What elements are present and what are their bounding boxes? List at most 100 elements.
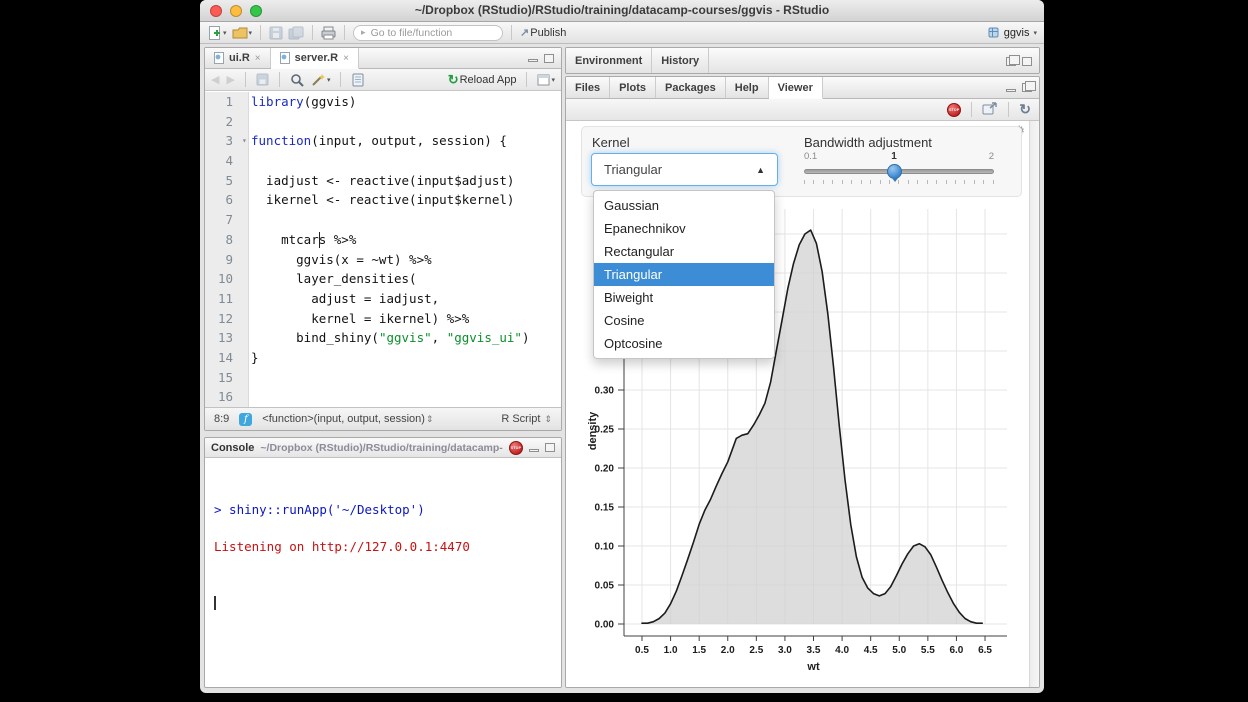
tab-viewer[interactable]: Viewer — [769, 77, 823, 99]
svg-text:5.0: 5.0 — [892, 645, 906, 656]
svg-text:wt: wt — [806, 661, 820, 673]
svg-text:3.5: 3.5 — [807, 645, 821, 656]
svg-text:3.0: 3.0 — [778, 645, 792, 656]
svg-text:0.15: 0.15 — [595, 503, 615, 514]
console-title: Console — [211, 442, 254, 454]
bandwidth-label: Bandwidth adjustment — [804, 135, 932, 150]
minimize-pane-button[interactable] — [528, 59, 538, 62]
new-file-icon — [207, 25, 222, 41]
svg-text:0.05: 0.05 — [595, 581, 615, 592]
dropdown-item-biweight[interactable]: Biweight — [594, 286, 774, 309]
tab-environment[interactable]: Environment — [566, 48, 652, 74]
svg-text:2.5: 2.5 — [749, 645, 763, 656]
maximize-pane-button[interactable] — [545, 443, 555, 452]
close-icon[interactable]: × — [255, 53, 261, 64]
dropdown-item-epanechnikov[interactable]: Epanechnikov — [594, 217, 774, 240]
svg-text:0.00: 0.00 — [595, 620, 615, 631]
tab-files[interactable]: Files — [566, 77, 610, 98]
shiny-controls-panel: Kernel Triangular ▲ Bandwidth adjustment… — [581, 126, 1022, 197]
scope-selector[interactable]: <function>(input, output, session) ⇕ — [262, 413, 433, 425]
tab-help[interactable]: Help — [726, 77, 769, 98]
window-title: ~/Dropbox (RStudio)/RStudio/training/dat… — [200, 0, 1044, 21]
console-header: Console ~/Dropbox (RStudio)/RStudio/trai… — [205, 438, 561, 458]
chevron-up-icon: ▲ — [756, 165, 765, 175]
dropdown-item-triangular[interactable]: Triangular — [594, 263, 774, 286]
fold-arrow-icon[interactable]: ▾ — [242, 131, 247, 151]
svg-text:6.5: 6.5 — [978, 645, 992, 656]
stop-icon[interactable]: STOP — [509, 441, 523, 455]
chevron-down-icon: ▾ — [327, 76, 331, 84]
stop-app-button[interactable]: STOP — [947, 103, 961, 117]
find-button[interactable] — [290, 73, 304, 87]
open-in-new-window-button[interactable] — [982, 101, 998, 119]
restore-pane-button[interactable] — [1006, 57, 1016, 66]
rstudio-window: ~/Dropbox (RStudio)/RStudio/training/dat… — [200, 0, 1044, 693]
open-file-button[interactable]: ▾ — [232, 26, 253, 40]
code-line: 1library(ggvis) — [205, 92, 561, 112]
dropdown-item-optcosine[interactable]: Optcosine — [594, 332, 774, 355]
dropdown-item-gaussian[interactable]: Gaussian — [594, 194, 774, 217]
maximize-pane-button[interactable] — [544, 54, 554, 63]
chevron-down-icon: ▾ — [1033, 29, 1037, 37]
kernel-select[interactable]: Triangular ▲ — [591, 153, 778, 186]
project-menu-button[interactable]: ggvis ▾ — [987, 26, 1037, 39]
back-icon[interactable]: ◀ — [211, 73, 219, 86]
new-file-button[interactable]: ▾ — [207, 25, 227, 41]
function-scope-icon: f — [239, 413, 252, 426]
dropdown-item-rectangular[interactable]: Rectangular — [594, 240, 774, 263]
tab-ui-r[interactable]: ui.R × — [205, 48, 271, 68]
save-button[interactable] — [256, 73, 269, 86]
slider-labels: 0.1 1 2 — [804, 151, 994, 164]
maximize-pane-button[interactable] — [1022, 57, 1032, 66]
viewer-scrollbar[interactable] — [1029, 121, 1039, 687]
minimize-pane-button[interactable] — [1006, 89, 1016, 92]
svg-text:density: density — [587, 411, 599, 450]
print-button[interactable] — [321, 26, 336, 40]
slider-handle[interactable] — [887, 164, 902, 179]
restore-pane-button[interactable] — [1022, 83, 1032, 92]
tab-label: Packages — [665, 82, 716, 94]
minimize-pane-button[interactable] — [529, 449, 539, 452]
tab-plots[interactable]: Plots — [610, 77, 656, 98]
minimize-window-button[interactable] — [230, 5, 242, 17]
close-window-button[interactable] — [210, 5, 222, 17]
code-lines: 1library(ggvis)23▾function(input, output… — [205, 92, 561, 407]
doc-type-selector[interactable]: R Script ⇕ — [501, 413, 552, 425]
toolbar-separator — [260, 25, 261, 40]
console-output[interactable]: > shiny::runApp('~/Desktop') Listening o… — [205, 458, 561, 687]
goto-file-input[interactable]: ▸ Go to file/function — [353, 25, 503, 41]
desktop-background: ~/Dropbox (RStudio)/RStudio/training/dat… — [0, 0, 1248, 702]
title-bar[interactable]: ~/Dropbox (RStudio)/RStudio/training/dat… — [200, 0, 1044, 22]
popout-icon — [982, 102, 998, 116]
slider-track[interactable] — [804, 169, 994, 174]
close-icon[interactable]: × — [343, 53, 349, 64]
tab-server-r[interactable]: server.R × — [271, 48, 359, 69]
toolbar-separator — [511, 25, 512, 40]
source-menu-button[interactable]: ▾ — [537, 74, 555, 86]
console-line: Listening on http://127.0.0.1:4470 — [214, 538, 552, 557]
reload-app-label: Reload App — [460, 74, 517, 86]
refresh-icon[interactable]: ↻ — [1019, 101, 1031, 118]
code-line: 13 bind_shiny("ggvis", "ggvis_ui") — [205, 328, 561, 348]
bandwidth-slider[interactable]: 0.1 1 2 — [804, 151, 994, 184]
publish-button[interactable]: ↗ Publish — [520, 26, 566, 39]
compile-notebook-button[interactable] — [351, 73, 364, 87]
reload-app-button[interactable]: ↻ Reload App — [448, 72, 517, 88]
environment-tabbar: Environment History — [566, 48, 1039, 74]
tab-label: Plots — [619, 82, 646, 94]
dropdown-item-cosine[interactable]: Cosine — [594, 309, 774, 332]
slider-max-label: 2 — [989, 151, 994, 162]
code-line: 8 mtcars %>% — [205, 230, 561, 250]
tab-packages[interactable]: Packages — [656, 77, 726, 98]
code-line: 16 — [205, 387, 561, 407]
code-tools-button[interactable]: ▾ — [311, 73, 331, 87]
save-all-button[interactable] — [288, 26, 304, 40]
editor-status-bar: 8:9 f <function>(input, output, session)… — [205, 407, 561, 430]
code-editor[interactable]: 1library(ggvis)23▾function(input, output… — [205, 92, 561, 407]
zoom-window-button[interactable] — [250, 5, 262, 17]
forward-icon[interactable]: ▶ — [226, 73, 234, 86]
save-button[interactable] — [269, 26, 283, 40]
tab-history[interactable]: History — [652, 48, 709, 74]
viewer-toolbar: STOP ↻ — [566, 99, 1039, 121]
tab-label: server.R — [295, 52, 338, 64]
